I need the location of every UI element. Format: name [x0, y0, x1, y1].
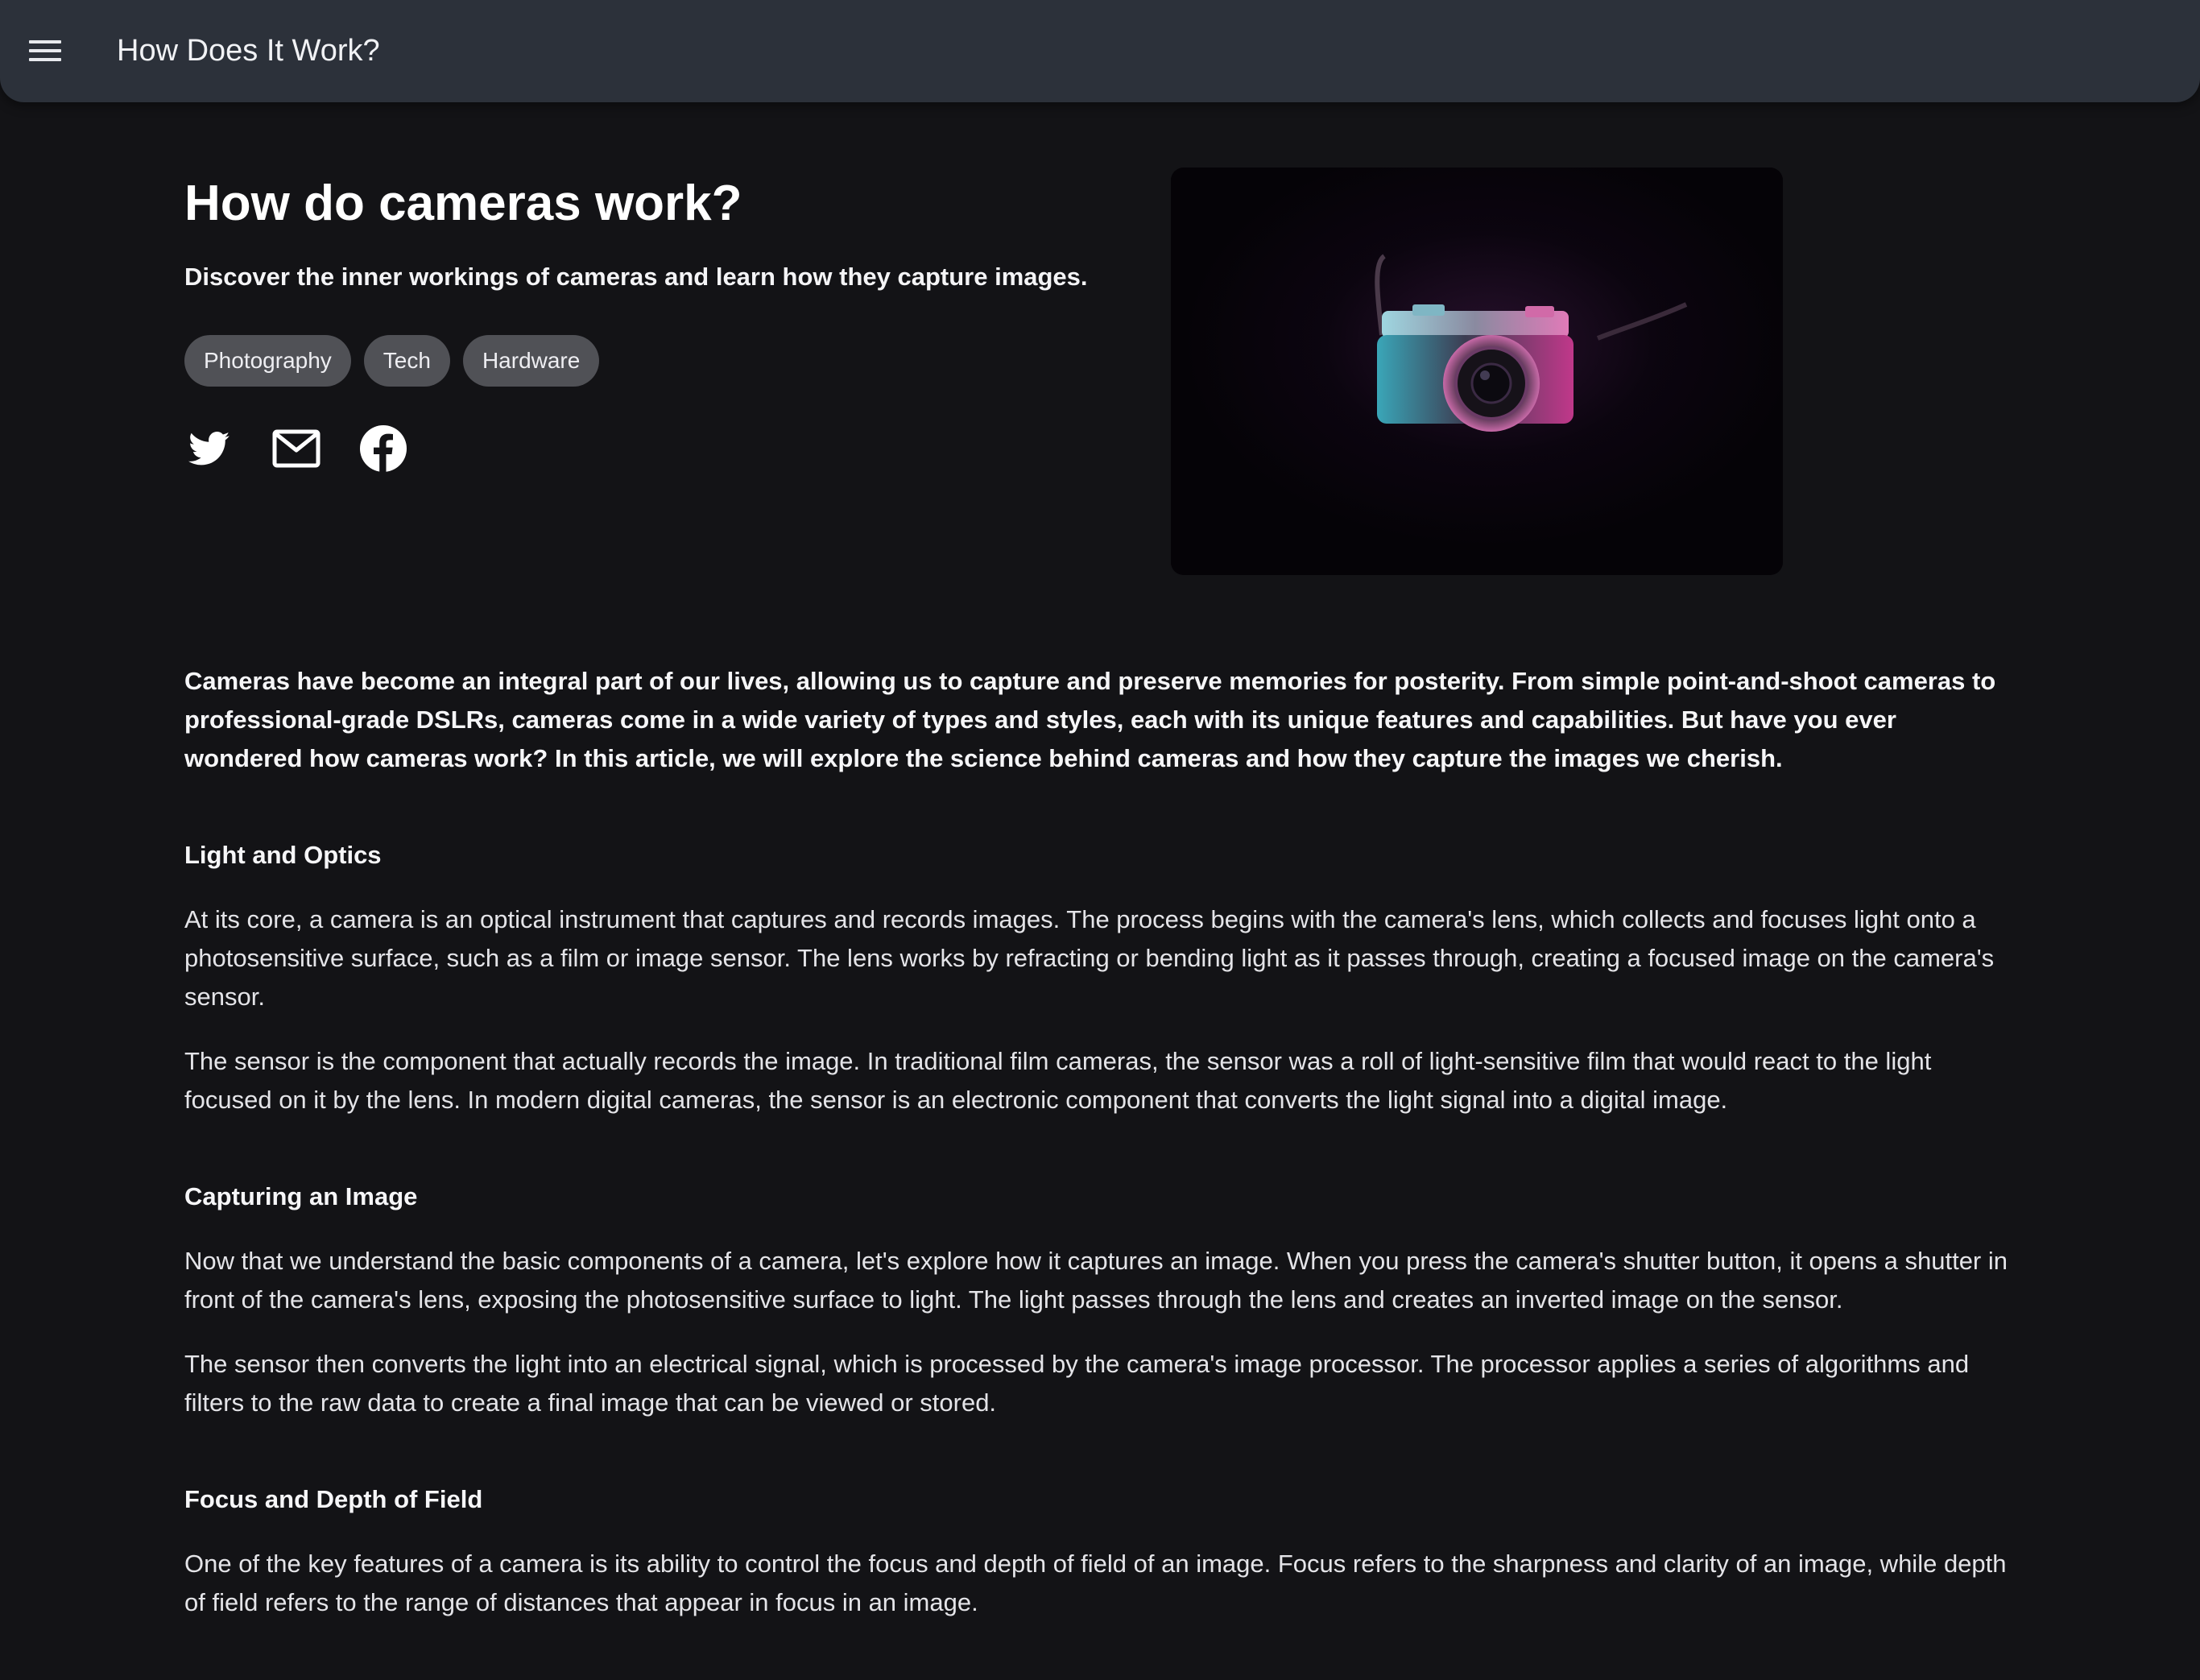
section-paragraph: At its core, a camera is an optical inst…	[184, 905, 1995, 1011]
section-paragraph: The sensor is the component that actuall…	[184, 1047, 1932, 1114]
share-buttons	[184, 424, 408, 474]
email-icon[interactable]	[271, 424, 321, 474]
page-title: How do cameras work?	[184, 176, 742, 231]
page-subtitle: Discover the inner workings of cameras a…	[184, 263, 1088, 291]
hamburger-menu-icon[interactable]	[18, 19, 72, 82]
tag-list: Photography Tech Hardware	[184, 335, 600, 387]
article-intro: Cameras have become an integral part of …	[184, 667, 1996, 772]
section-heading: Light and Optics	[184, 841, 382, 869]
tag-chip-tech[interactable]: Tech	[363, 335, 450, 387]
section-paragraph: Now that we understand the basic compone…	[184, 1247, 2008, 1314]
article-body: Cameras have become an integral part of …	[184, 662, 2020, 1680]
section-paragraph: The sensor then converts the light into …	[184, 1350, 1970, 1417]
section-light-and-optics: Light and Optics At its core, a camera i…	[184, 836, 2020, 1119]
section-heading: Capturing an Image	[184, 1182, 418, 1210]
app-bar: How Does It Work?	[0, 0, 2200, 102]
section-focus-and-depth-of-field: Focus and Depth of Field One of the key …	[184, 1480, 2020, 1622]
section-heading: Focus and Depth of Field	[184, 1485, 483, 1513]
hero-camera-image	[1171, 168, 1783, 575]
facebook-icon[interactable]	[358, 424, 408, 474]
section-paragraph: One of the key features of a camera is i…	[184, 1550, 2007, 1616]
section-capturing-an-image: Capturing an Image Now that we understan…	[184, 1177, 2020, 1422]
tag-chip-photography[interactable]: Photography	[184, 335, 351, 387]
tag-chip-hardware[interactable]: Hardware	[462, 335, 600, 387]
twitter-icon[interactable]	[184, 424, 234, 474]
app-title: How Does It Work?	[117, 34, 380, 68]
